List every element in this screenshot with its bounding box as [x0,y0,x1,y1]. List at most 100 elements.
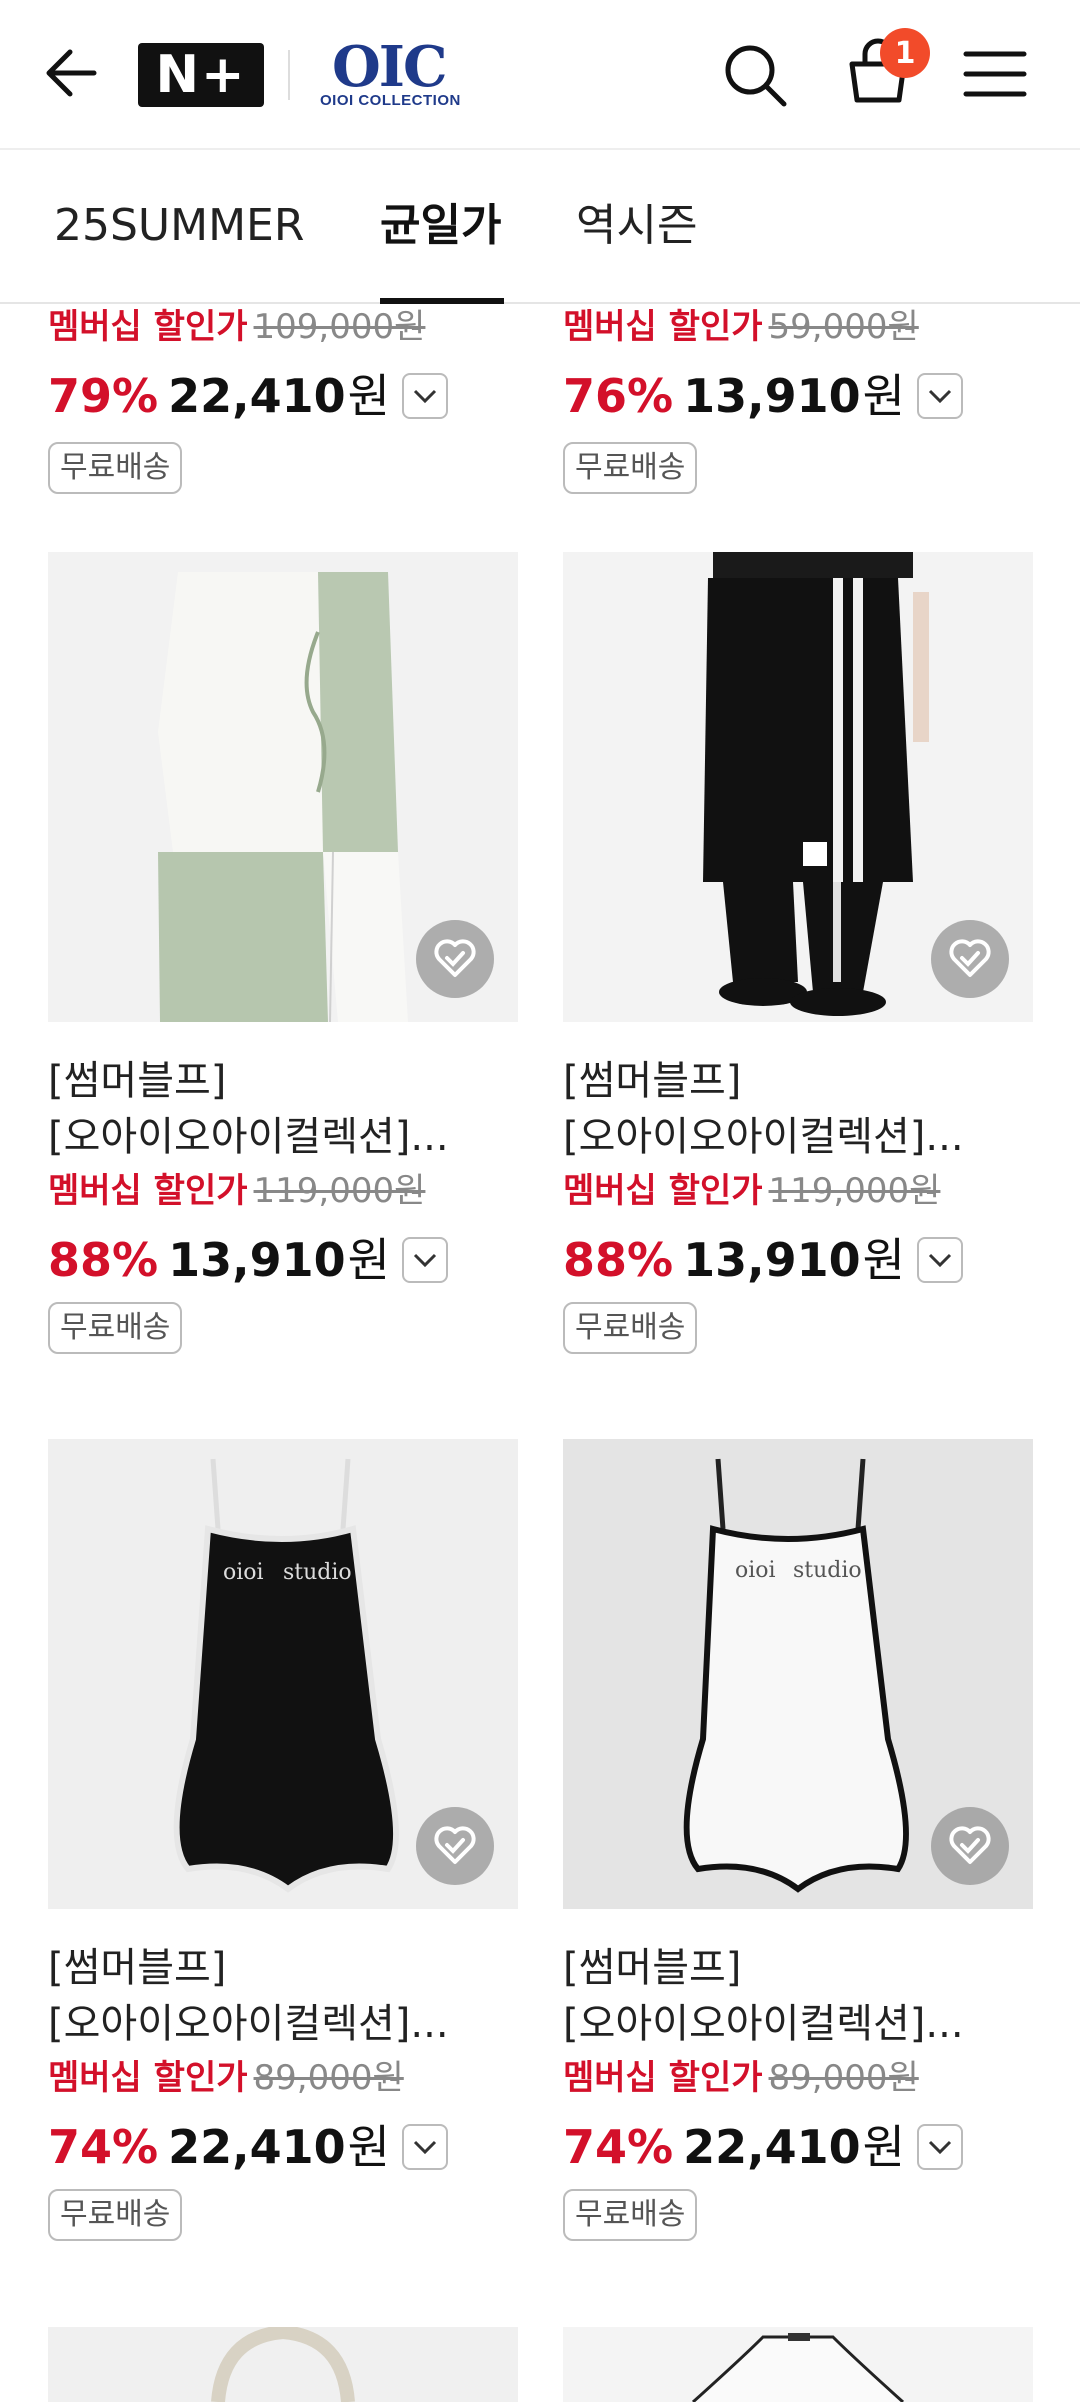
product-title-line1[interactable]: [썸머블프] [563,1939,1033,1997]
product-image[interactable] [563,552,1033,1022]
wishlist-button[interactable] [416,920,494,998]
tab-uniform-price[interactable]: 균일가 [380,196,501,256]
garment-print-right: studio [283,1560,352,1585]
heart-check-icon [949,1826,991,1864]
back-button[interactable] [40,40,106,106]
original-price: 109,000원 [253,307,426,347]
product-title-line2[interactable]: [오아이오아이컬렉션]... [563,1995,1033,2053]
cart-count-badge: 1 [880,28,930,78]
product-card[interactable]: [썸머블프] [오아이오아이컬렉션]... 멤버십 할인가 119,000원 88… [48,552,518,1354]
chevron-down-icon [928,1253,952,1268]
search-button[interactable] [720,40,790,110]
discount-rate: 79% [48,369,159,423]
price-line-sale: 76% 13,910 원 [563,366,963,426]
price-line-membership: 멤버십 할인가 109,000원 [48,304,425,350]
chevron-down-icon [413,1253,437,1268]
product-card[interactable] [563,2327,1033,2402]
discount-rate: 74% [563,2120,674,2174]
currency-unit: 원 [347,2120,390,2174]
price-line-sale: 79% 22,410 원 [48,366,448,426]
free-shipping-badge: 무료배송 [563,1302,698,1354]
price-line-membership: 멤버십 할인가 119,000원 [48,1168,425,1214]
free-shipping-badge: 무료배송 [563,2189,698,2241]
product-image[interactable] [48,2327,518,2402]
wishlist-button[interactable] [931,1807,1009,1885]
product-card[interactable] [48,2327,518,2402]
garment-print-left: oioi [735,1558,776,1583]
heart-check-icon [434,1826,476,1864]
product-card[interactable]: oioi studio [썸머블프] [오아이오아이컬렉션]... 멤버십 할인… [48,1439,518,2241]
chevron-down-icon [928,389,952,404]
category-tabs: 25SUMMER 균일가 역시즌 [0,150,1080,304]
product-title-line2[interactable]: [오아이오아이컬렉션]... [563,1108,1033,1166]
membership-label: 멤버십 할인가 [48,2058,248,2098]
product-title-line1[interactable]: [썸머블프] [563,1052,1033,1110]
product-image[interactable] [48,552,518,1022]
price-line-membership: 멤버십 할인가 119,000원 [563,1168,940,1214]
arrow-left-icon [46,49,97,97]
original-price: 59,000원 [768,307,919,347]
naver-plus-logo[interactable]: N+ [138,43,264,107]
price-line-sale: 74% 22,410 원 [563,2117,963,2177]
logo-divider [288,50,290,100]
price-line-sale: 88% 13,910 원 [48,1230,448,1290]
currency-unit: 원 [347,1233,390,1287]
garment-print-right: studio [793,1558,862,1583]
original-price: 89,000원 [253,2058,404,2098]
chevron-down-icon [413,389,437,404]
bag-image [211,2327,355,2402]
tab-25summer[interactable]: 25SUMMER [54,196,304,256]
tab-reverse-season[interactable]: 역시즌 [576,196,697,256]
heart-check-icon [434,939,476,977]
chevron-down-icon [413,2140,437,2155]
menu-button[interactable] [960,42,1030,106]
product-image[interactable] [563,2327,1033,2402]
price-detail-toggle[interactable] [916,1237,963,1283]
currency-unit: 원 [862,1233,905,1287]
product-title-line2[interactable]: [오아이오아이컬렉션]... [48,1108,518,1166]
wishlist-button[interactable] [416,1807,494,1885]
sale-price: 13,910 [683,369,861,423]
discount-rate: 74% [48,2120,159,2174]
free-shipping-badge: 무료배송 [48,1302,183,1354]
price-line-membership: 멤버십 할인가 89,000원 [48,2055,404,2101]
product-image[interactable]: oioi studio [563,1439,1033,1909]
original-price: 119,000원 [253,1171,426,1211]
hamburger-menu-icon [963,51,1027,97]
price-detail-toggle[interactable] [401,1237,448,1283]
sale-price: 13,910 [683,1233,861,1287]
product-card[interactable]: oioi studio [썸머블프] [오아이오아이컬렉션]... 멤버십 할인… [563,1439,1033,2241]
sale-price: 22,410 [168,2120,346,2174]
discount-rate: 76% [563,369,674,423]
product-title-line1[interactable]: [썸머블프] [48,1939,518,1997]
product-card[interactable]: [썸머블프] [오아이오아이컬렉션]... 멤버십 할인가 119,000원 88… [563,552,1033,1354]
membership-label: 멤버십 할인가 [48,307,248,347]
price-line-sale: 74% 22,410 원 [48,2117,448,2177]
price-detail-toggle[interactable] [916,2124,963,2170]
sale-price: 22,410 [683,2120,861,2174]
product-title-line2[interactable]: [오아이오아이컬렉션]... [48,1995,518,2053]
price-detail-toggle[interactable] [916,373,963,419]
shirt-image [691,2333,905,2402]
original-price: 89,000원 [768,2058,919,2098]
price-detail-toggle[interactable] [401,2124,448,2170]
product-image[interactable]: oioi studio [48,1439,518,1909]
wishlist-button[interactable] [931,920,1009,998]
product-grid: 멤버십 할인가 109,000원 79% 22,410 원 무료배송 멤버십 할인가 5… [0,304,1080,2402]
price-line-sale: 88% 13,910 원 [563,1230,963,1290]
free-shipping-badge: 무료배송 [48,442,183,494]
search-icon [725,45,787,107]
chevron-down-icon [928,2140,952,2155]
price-detail-toggle[interactable] [401,373,448,419]
original-price: 119,000원 [768,1171,941,1211]
heart-check-icon [949,939,991,977]
currency-unit: 원 [862,369,905,423]
membership-label: 멤버십 할인가 [563,1171,763,1211]
price-line-membership: 멤버십 할인가 89,000원 [563,2055,919,2101]
brand-logo[interactable]: OIC OIOI COLLECTION [318,38,464,110]
product-title-line1[interactable]: [썸머블프] [48,1052,518,1110]
brand-logo-mark: OIC [332,34,448,100]
garment-print-left: oioi [223,1560,264,1585]
sale-price: 13,910 [168,1233,346,1287]
brand-logo-subtitle: OIOI COLLECTION [320,92,461,109]
